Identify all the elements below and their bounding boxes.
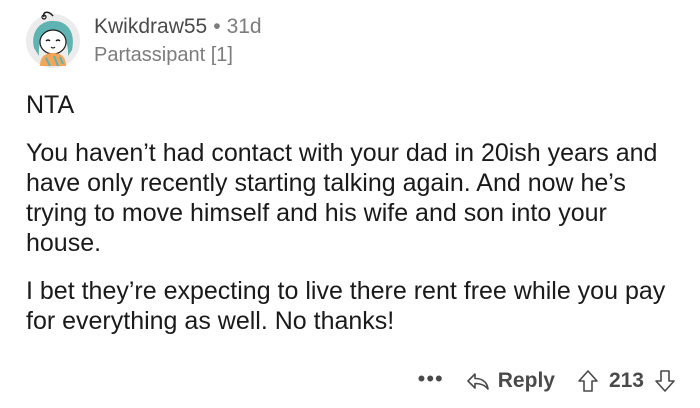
comment: Kwikdraw55 • 31d Partassipant [1] NTA You … [0, 0, 700, 408]
avatar[interactable] [22, 8, 84, 70]
vote-controls: 213 [577, 369, 676, 393]
comment-actions: ••• Reply 213 [418, 364, 676, 398]
more-options-button[interactable]: ••• [418, 368, 444, 390]
separator-dot: • [213, 15, 221, 38]
comment-age: 31d [226, 15, 262, 38]
comment-paragraph: You haven’t had contact with your dad in… [26, 139, 658, 257]
vote-count: 213 [608, 369, 644, 392]
comment-paragraph: NTA [26, 91, 75, 119]
user-flair: Partassipant [1] [94, 44, 233, 66]
avatar-icon [26, 11, 80, 68]
username[interactable]: Kwikdraw55 [94, 15, 207, 38]
reply-arrow-icon [466, 373, 489, 390]
comment-meta: Kwikdraw55 • 31d Partassipant [1] [94, 14, 262, 68]
user-line: Kwikdraw55 • 31d [94, 14, 262, 40]
comment-header: Kwikdraw55 • 31d Partassipant [1] [22, 8, 682, 72]
downvote-icon[interactable] [654, 369, 676, 393]
upvote-icon[interactable] [577, 369, 599, 393]
reply-label: Reply [497, 369, 555, 392]
comment-body: NTA You haven’t had contact with your da… [26, 90, 676, 336]
comment-paragraph: I bet they’re expecting to live there re… [26, 277, 666, 335]
reply-button[interactable]: Reply [466, 369, 555, 393]
